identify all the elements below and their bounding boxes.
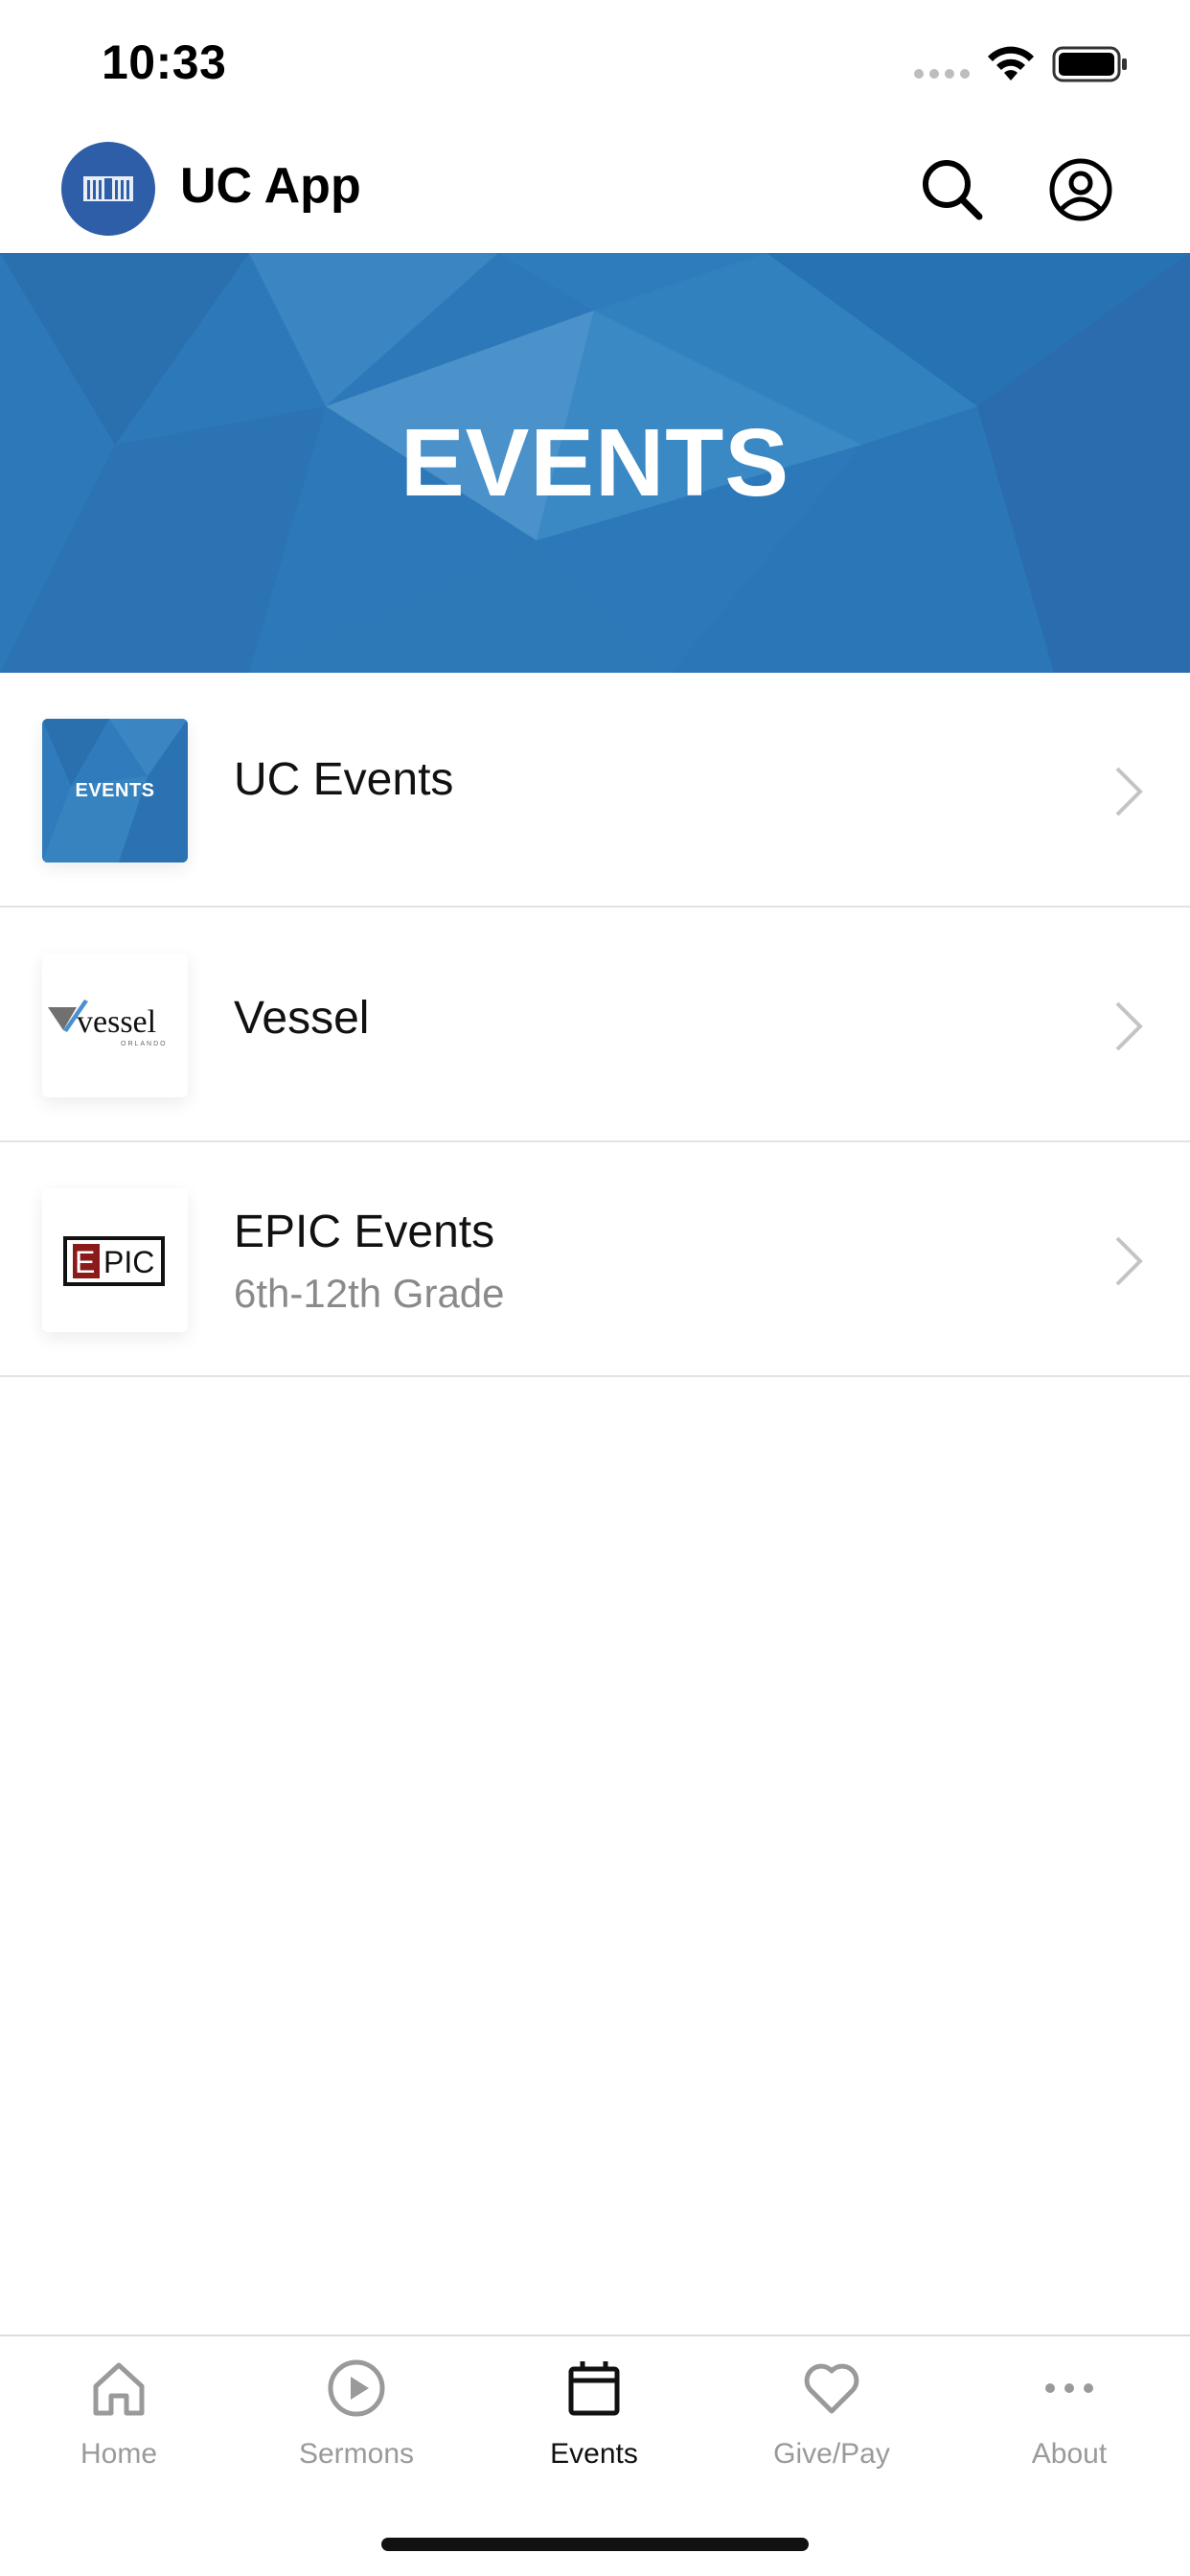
battery-icon — [1052, 46, 1127, 82]
chevron-right-icon — [1115, 767, 1143, 816]
app-title: UC App — [180, 158, 361, 214]
banner-title: EVENTS — [400, 408, 790, 517]
tab-give-pay[interactable]: Give/Pay — [713, 2336, 950, 2499]
tab-label: About — [1031, 2438, 1108, 2470]
svg-text:E: E — [75, 1245, 95, 1279]
profile-icon[interactable] — [1046, 155, 1115, 224]
list-item-uc-events[interactable]: EVENTS UC Events — [0, 673, 1190, 908]
tab-label: Give/Pay — [773, 2438, 890, 2470]
app-logo-icon — [61, 142, 155, 236]
tab-sermons[interactable]: Sermons — [238, 2336, 475, 2499]
home-indicator[interactable] — [381, 2538, 809, 2551]
events-banner: EVENTS — [0, 253, 1190, 673]
calendar-icon — [568, 2361, 620, 2416]
tab-events[interactable]: Events — [475, 2336, 713, 2499]
vessel-logo-thumbnail: vessel ORLANDO — [42, 954, 188, 1097]
vessel-logo-subtext: ORLANDO — [121, 1041, 168, 1047]
item-subtitle: 6th-12th Grade — [234, 1271, 505, 1316]
play-icon — [328, 2359, 385, 2417]
wifi-icon — [988, 46, 1034, 80]
chevron-right-icon — [1115, 1001, 1143, 1051]
tab-home[interactable]: Home — [0, 2336, 238, 2499]
item-title: Vessel — [234, 993, 370, 1044]
status-time: 10:33 — [102, 35, 227, 89]
tab-label: Home — [80, 2438, 158, 2470]
item-title: UC Events — [234, 754, 454, 805]
item-title: EPIC Events — [234, 1207, 495, 1257]
cellular-signal-icon — [914, 69, 970, 79]
app-header: UC App — [0, 128, 1190, 253]
uc-events-thumbnail: EVENTS — [42, 719, 188, 862]
home-icon — [93, 2362, 145, 2416]
events-list: EVENTS UC Events vessel ORLANDO Vessel E — [0, 673, 1190, 1377]
more-icon — [1045, 2383, 1093, 2393]
list-item-epic-events[interactable]: E PIC EPIC Events 6th-12th Grade — [0, 1142, 1190, 1377]
chevron-right-icon — [1115, 1236, 1143, 1286]
thumbnail-text: EVENTS — [75, 779, 155, 801]
search-icon[interactable] — [918, 155, 987, 224]
tab-label: Sermons — [298, 2438, 415, 2470]
tab-label: Events — [550, 2438, 638, 2470]
list-item-vessel[interactable]: vessel ORLANDO Vessel — [0, 908, 1190, 1142]
heart-icon — [804, 2363, 859, 2414]
svg-text:PIC: PIC — [103, 1245, 154, 1279]
status-bar: 10:33 — [0, 0, 1190, 128]
vessel-logo-text: vessel — [77, 1004, 156, 1040]
epic-logo-thumbnail: E PIC — [42, 1188, 188, 1332]
tab-about[interactable]: About — [950, 2336, 1188, 2499]
